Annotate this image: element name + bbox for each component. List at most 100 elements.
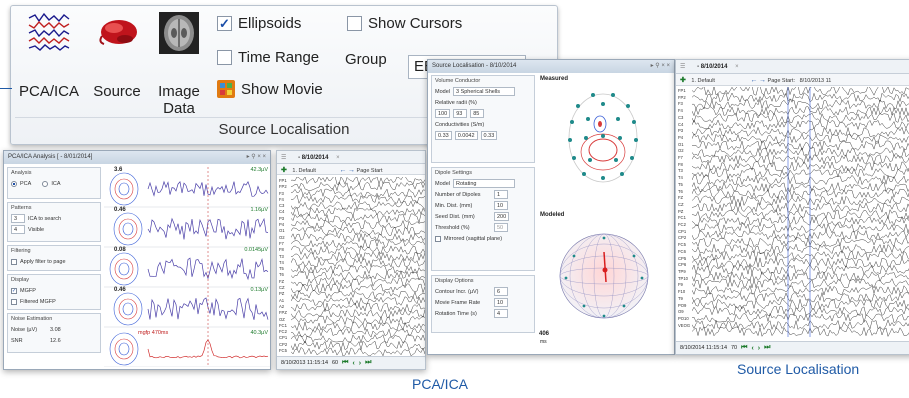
source-eeg-statusbar: 8/10/2014 11:15:14 70 ⏮ ‹ › ⏭ <box>676 341 909 354</box>
group-label-text: Group <box>345 51 387 68</box>
source-window-title: Source Localisation - 8/10/2014 <box>432 63 517 69</box>
radius-1-input[interactable]: 100 <box>435 109 451 118</box>
noise-heading: Noise Estimation <box>11 316 53 322</box>
source-button-label: Source <box>93 83 141 100</box>
eeg-trace <box>692 167 909 179</box>
pca-radio-label: PCA <box>20 180 32 187</box>
rotation-time-input[interactable]: 4 <box>494 309 508 318</box>
eeg-trace <box>692 236 909 248</box>
channel-label: O9 <box>678 309 684 315</box>
source-eeg-tab[interactable]: ☰ - 8/10/2014 × <box>676 60 909 74</box>
window-controls[interactable]: ▸ ⚲ × × <box>651 62 670 69</box>
source-montage-select[interactable]: 1. Default <box>691 78 715 84</box>
image-data-button-label: Image Data <box>158 83 200 117</box>
num-dipoles-input[interactable]: 1 <box>494 190 508 199</box>
eeg-trace <box>692 264 909 275</box>
arrow-right-icon[interactable]: → <box>348 167 355 174</box>
seed-dist-input[interactable]: 200 <box>494 212 510 221</box>
eeg-trace <box>692 92 909 103</box>
pca-ica-button[interactable]: PCA/ICA <box>17 12 81 100</box>
filtering-panel: Filtering Apply filter to page <box>7 245 101 271</box>
topomap-contour <box>114 338 134 360</box>
eeg-trace <box>692 147 909 158</box>
filtered-mgfp-checkbox[interactable] <box>11 298 17 305</box>
first-page-icon[interactable]: ⏮ <box>342 359 348 367</box>
channel-label: O1 <box>678 141 684 147</box>
eeg-trace <box>692 98 909 110</box>
time-ms-value: 406 <box>539 331 550 337</box>
eeg-trace <box>692 243 909 255</box>
dipole-model-select[interactable]: Rotating <box>452 179 515 188</box>
eeg-trace <box>692 154 909 165</box>
montage-icon[interactable]: ✚ <box>281 167 287 174</box>
pca-eeg-tab[interactable]: ☰ - 8/10/2014 × <box>277 151 425 164</box>
eeg-trace <box>692 277 909 289</box>
visible-input[interactable]: 4 <box>11 225 25 234</box>
pca-ica-button-label: PCA/ICA <box>18 83 79 100</box>
topomap-contour <box>118 218 138 240</box>
conductivity-1-input[interactable]: 0.33 <box>435 131 452 140</box>
ica-to-search-input[interactable]: 3 <box>11 214 25 223</box>
patterns-heading: Patterns <box>11 205 32 211</box>
apply-filter-checkbox[interactable] <box>11 258 17 265</box>
channel-label: F3 <box>678 101 683 107</box>
ica-radio[interactable] <box>42 180 49 187</box>
volume-conductor-heading: Volume Conductor <box>435 78 481 84</box>
window-controls[interactable]: ▸ ⚲ × × <box>247 153 266 160</box>
next-page-icon[interactable]: › <box>758 345 760 352</box>
channel-label: C3 <box>678 114 684 120</box>
ellipsoids-checkbox[interactable]: ✓ Ellipsoids <box>217 15 301 32</box>
threshold-input[interactable]: 50 <box>494 223 508 232</box>
channel-label: CP1 <box>279 335 288 341</box>
next-page-icon[interactable]: › <box>359 360 361 367</box>
source-button[interactable]: Source <box>85 12 149 100</box>
radius-2-input[interactable]: 93 <box>453 109 468 118</box>
channel-label: CP5 <box>678 255 687 261</box>
contour-incr-input[interactable]: 6 <box>494 287 508 296</box>
montage-icon[interactable]: ✚ <box>680 77 686 84</box>
noise-uv-value: 3.08 <box>50 326 61 333</box>
prev-page-icon[interactable]: ‹ <box>751 345 753 352</box>
eeg-trace <box>291 238 425 249</box>
first-page-icon[interactable]: ⏮ <box>741 344 747 352</box>
show-movie-button[interactable]: Show Movie <box>217 80 323 98</box>
mirrored-checkbox[interactable] <box>435 235 441 242</box>
movie-frame-rate-label: Movie Frame Rate <box>435 299 481 306</box>
min-dist-label: Min. Dist. (mm) <box>435 202 473 209</box>
prev-page-icon[interactable]: ‹ <box>352 360 354 367</box>
eeg-trace <box>291 321 425 332</box>
movie-frame-rate-input[interactable]: 10 <box>494 298 508 307</box>
component-4-percent: 0.46 <box>114 287 126 293</box>
time-range-checkbox[interactable]: Time Range <box>217 49 319 66</box>
pca-radio[interactable] <box>11 180 17 187</box>
model-select[interactable]: 3 Spherical Shells <box>452 87 515 96</box>
arrow-left-icon[interactable]: ← <box>750 77 757 84</box>
source-page-start-value: 8/10/2013 11 <box>799 78 832 84</box>
time-range-label: Time Range <box>238 49 320 66</box>
topomap-contour <box>122 222 134 236</box>
measured-label: Measured <box>540 76 569 82</box>
image-data-button[interactable]: Image Data <box>151 12 207 117</box>
display-options-panel: Display Options Contour Incr. (µV) 6 Movi… <box>431 275 535 333</box>
threshold-label: Threshold (%) <box>435 224 470 231</box>
montage-select[interactable]: 1. Default <box>292 168 316 174</box>
last-page-icon[interactable]: ⏭ <box>365 359 371 367</box>
close-icon[interactable]: × <box>735 64 739 70</box>
component-3-amplitude: 0.0145µV <box>244 247 268 253</box>
arrow-left-icon[interactable]: ← <box>339 167 346 174</box>
min-dist-input[interactable]: 10 <box>494 201 508 210</box>
component-4-amplitude: 0.13µV <box>250 287 268 293</box>
channel-label: T3 <box>678 168 683 174</box>
pca-status-time: 8/10/2013 11:15:14 <box>281 360 328 366</box>
show-cursors-checkbox[interactable]: Show Cursors <box>347 15 462 32</box>
channel-label: CZ <box>678 201 684 207</box>
source-localisation-window: Source Localisation - 8/10/2014 ▸ ⚲ × × … <box>427 59 675 355</box>
arrow-right-icon[interactable]: → <box>759 77 766 84</box>
last-page-icon[interactable]: ⏭ <box>764 344 770 352</box>
eeg-trace <box>291 207 425 217</box>
radius-3-input[interactable]: 85 <box>470 109 485 118</box>
close-icon[interactable]: × <box>336 155 340 161</box>
mgfp-checkbox[interactable]: ✓ <box>11 287 17 294</box>
conductivity-2-input[interactable]: 0.0042 <box>454 131 478 140</box>
conductivity-3-input[interactable]: 0.33 <box>480 131 498 140</box>
